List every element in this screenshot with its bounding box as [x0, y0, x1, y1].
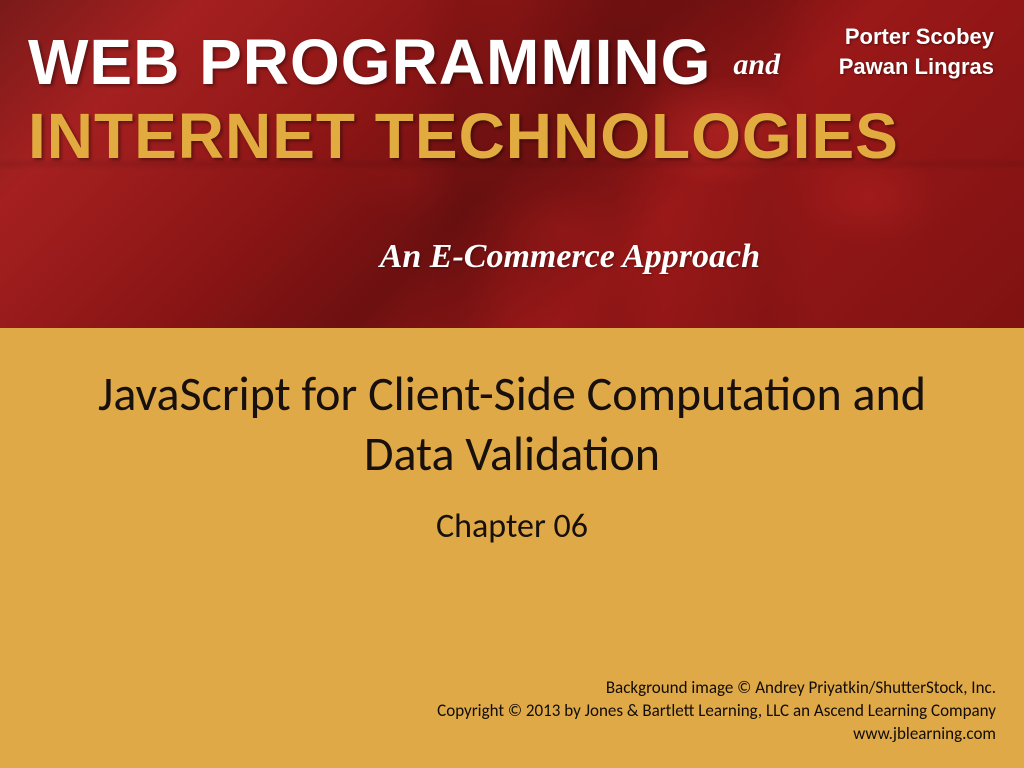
title-line-2: INTERNET TECHNOLOGIES — [28, 104, 899, 168]
title-conjunction: and — [733, 48, 780, 81]
copyright-text: Copyright © 2013 by Jones & Bartlett Lea… — [437, 700, 996, 723]
credits-block: Background image © Andrey Priyatkin/Shut… — [437, 677, 996, 746]
publisher-url: www.jblearning.com — [437, 723, 996, 746]
title-line-1-wrap: WEB PROGRAMMING and — [28, 30, 899, 94]
content-panel: JavaScript for Client-Side Computation a… — [0, 328, 1024, 768]
book-title-block: WEB PROGRAMMING and INTERNET TECHNOLOGIE… — [28, 30, 899, 168]
book-subtitle: An E-Commerce Approach — [0, 238, 760, 276]
chapter-title: JavaScript for Client-Side Computation a… — [62, 364, 962, 484]
background-credit: Background image © Andrey Priyatkin/Shut… — [437, 677, 996, 700]
book-banner: Porter Scobey Pawan Lingras WEB PROGRAMM… — [0, 0, 1024, 328]
chapter-label: Chapter 06 — [436, 506, 588, 547]
title-line-1: WEB PROGRAMMING — [28, 26, 711, 98]
